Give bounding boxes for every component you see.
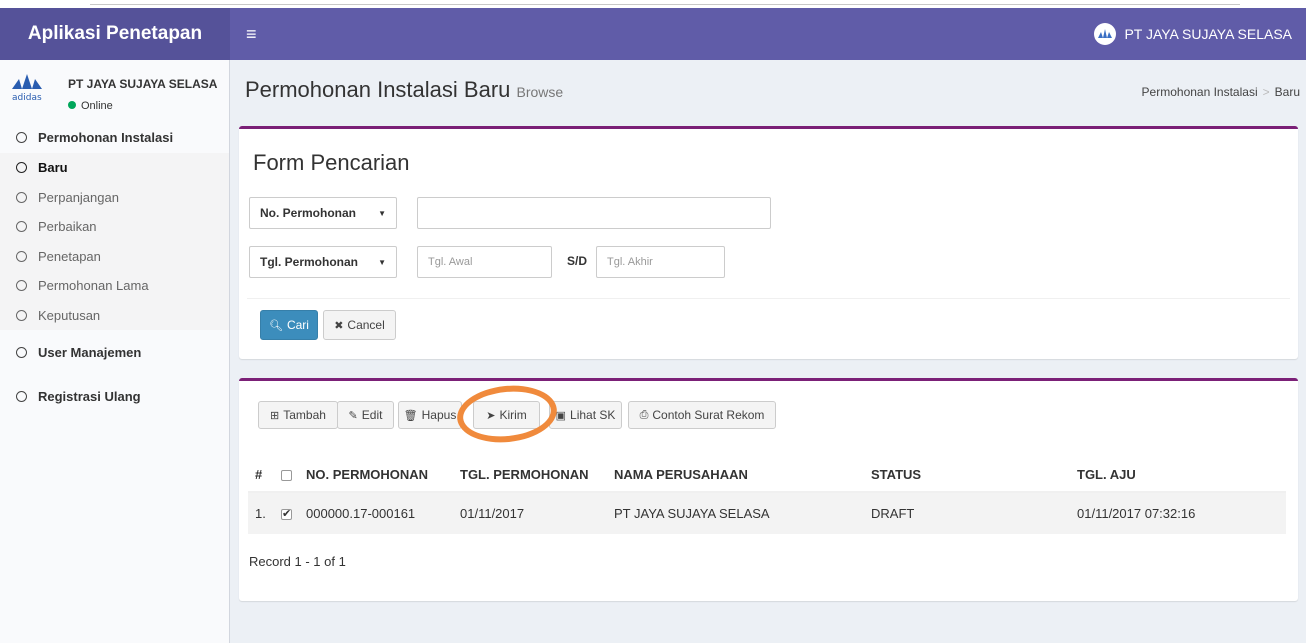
breadcrumb-item-baru: Baru (1274, 85, 1300, 99)
circle-icon (16, 191, 27, 203)
send-button[interactable]: ➤ Kirim (473, 401, 540, 429)
add-button[interactable]: ⊞ Tambah (258, 401, 338, 429)
company-logo-icon (1094, 23, 1117, 45)
sidebar-item-perpanjangan[interactable]: Perpanjangan (0, 183, 229, 213)
circle-icon (16, 390, 27, 402)
menu-registrasi-ulang[interactable]: Registrasi Ulang (0, 374, 229, 418)
sidebar-item-penetapan[interactable]: Penetapan (0, 242, 229, 272)
col-select-all (274, 435, 299, 493)
date-field-select[interactable]: Tgl. Permohonan ▼ (249, 246, 397, 278)
breadcrumb-item-permohonan[interactable]: Permohonan Instalasi (1142, 85, 1258, 99)
circle-icon (16, 309, 27, 321)
top-navbar: Aplikasi Penetapan ≡ PT JAYA SUJAYA SELA… (0, 8, 1306, 60)
edit-button[interactable]: ✎ Edit (337, 401, 394, 429)
table-header-row: # NO. PERMOHONAN TGL. PERMOHONAN NAMA PE… (248, 435, 1286, 493)
sidebar-item-baru[interactable]: Baru (0, 153, 229, 183)
record-count: Record 1 - 1 of 1 (249, 554, 346, 569)
row-status: DRAFT (864, 492, 1070, 534)
table-row[interactable]: 1. 000000.17-000161 01/11/2017 PT JAYA S… (248, 492, 1286, 534)
select-all-checkbox[interactable] (281, 470, 292, 482)
row-number: 1. (248, 492, 274, 534)
row-tgl-permohonan: 01/11/2017 (453, 492, 607, 534)
cancel-button[interactable]: ✖ Cancel (323, 310, 396, 340)
app-brand[interactable]: Aplikasi Penetapan (0, 8, 230, 60)
row-checkbox[interactable] (281, 507, 292, 521)
send-icon: ➤ (486, 409, 496, 422)
sidebar-item-perbaikan[interactable]: Perbaikan (0, 212, 229, 242)
trash-icon: 🗑︎ (403, 409, 418, 422)
col-status[interactable]: STATUS (864, 435, 1070, 493)
col-nama-perusahaan[interactable]: NAMA PERUSAHAAN (607, 435, 864, 493)
circle-icon (16, 221, 27, 233)
col-tgl-permohonan[interactable]: TGL. PERMOHONAN (453, 435, 607, 493)
file-icon: ▣ (555, 409, 567, 422)
sample-letter-button[interactable]: ⎙ Contoh Surat Rekom (628, 401, 776, 429)
view-sk-button[interactable]: ▣ Lihat SK (549, 401, 622, 429)
row-checkbox-cell (274, 492, 299, 534)
sidebar: adidas PT JAYA SUJAYA SELASA Online Perm… (0, 60, 230, 643)
no-permohonan-input[interactable] (417, 197, 771, 229)
row-tgl-aju: 01/11/2017 07:32:16 (1070, 492, 1286, 534)
search-button[interactable]: 🔍︎ Cari (260, 310, 318, 340)
search-icon: 🔍︎ (269, 319, 283, 332)
close-icon: ✖ (334, 319, 344, 332)
col-number: # (248, 435, 274, 493)
circle-icon (16, 250, 27, 262)
date-to-input[interactable]: Tgl. Akhir (596, 246, 725, 278)
user-panel: adidas PT JAYA SUJAYA SELASA Online (0, 60, 229, 122)
results-table: # NO. PERMOHONAN TGL. PERMOHONAN NAMA PE… (248, 435, 1286, 534)
edit-icon: ✎ (348, 409, 358, 422)
submenu-permohonan: Baru Perpanjangan Perbaikan Penetapan Pe… (0, 153, 229, 330)
caret-down-icon: ▼ (378, 257, 386, 267)
sidebar-item-keputusan[interactable]: Keputusan (0, 301, 229, 331)
nav-user-menu[interactable]: PT JAYA SUJAYA SELASA (1094, 8, 1292, 60)
row-no-permohonan: 000000.17-000161 (299, 492, 453, 534)
nav-user-name: PT JAYA SUJAYA SELASA (1124, 26, 1292, 42)
circle-icon (16, 346, 27, 358)
row-nama-perusahaan: PT JAYA SUJAYA SELASA (607, 492, 864, 534)
print-icon: ⎙ (639, 408, 649, 421)
date-from-input[interactable]: Tgl. Awal (417, 246, 552, 278)
results-box: ⊞ Tambah ✎ Edit 🗑︎ Hapus ➤ Kirim ▣ Lihat SK ⎙… (239, 378, 1298, 601)
sidebar-item-permohonan-lama[interactable]: Permohonan Lama (0, 271, 229, 301)
menu-toggle-icon[interactable]: ≡ (246, 8, 257, 60)
search-form-title: Form Pencarian (253, 150, 410, 175)
menu-permohonan-instalasi[interactable]: Permohonan Instalasi (0, 122, 229, 153)
col-tgl-aju[interactable]: TGL. AJU (1070, 435, 1286, 493)
delete-button[interactable]: 🗑︎ Hapus (398, 401, 462, 429)
page-title: Permohonan Instalasi Baru Browse (245, 77, 564, 102)
circle-icon (16, 132, 27, 143)
svg-text:adidas: adidas (12, 93, 42, 103)
menu-user-manajemen[interactable]: User Manajemen (0, 330, 229, 374)
sidebar-user-name: PT JAYA SUJAYA SELASA (68, 77, 218, 91)
company-logo-icon: adidas (12, 74, 42, 103)
caret-down-icon: ▼ (378, 208, 386, 218)
page-subtitle: Browse (516, 84, 564, 100)
col-no-permohonan[interactable]: NO. PERMOHONAN (299, 435, 453, 493)
online-status: Online (68, 100, 113, 112)
circle-icon (16, 162, 27, 174)
search-form-box: Form Pencarian No. Permohonan ▼ Tgl. Perm… (239, 126, 1298, 359)
breadcrumb: Permohonan Instalasi > Baru (1141, 85, 1300, 99)
form-divider (247, 298, 1290, 299)
plus-square-icon: ⊞ (270, 409, 280, 422)
circle-icon (16, 280, 27, 292)
sd-label: S/D (567, 254, 588, 268)
online-dot-icon (68, 101, 76, 109)
browser-top-strip (0, 0, 1306, 8)
main-content: Permohonan Instalasi Baru Browse Permoho… (231, 60, 1306, 643)
search-field-select[interactable]: No. Permohonan ▼ (249, 197, 397, 229)
